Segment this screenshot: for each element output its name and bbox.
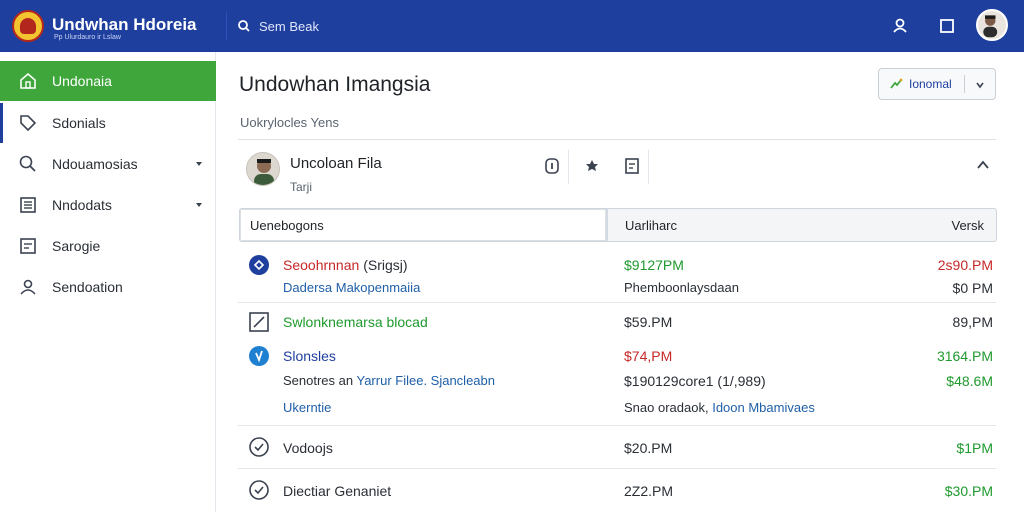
sidebar-item-undonaia[interactable]: Undonaia: [0, 61, 216, 101]
table-cell: $48.6M: [946, 373, 993, 389]
settings-icon[interactable]: [582, 156, 602, 176]
table-row-name[interactable]: Diectiar Genaniet: [283, 483, 391, 499]
chart-icon: [890, 78, 903, 89]
info-icon[interactable]: [542, 156, 562, 176]
table-row-link[interactable]: Ukerntie: [283, 400, 331, 415]
table-cell: 89,PM: [952, 314, 993, 330]
view-dropdown[interactable]: Ionomal: [878, 68, 996, 100]
table-row-link[interactable]: Idoon Mbamivaes: [712, 400, 815, 415]
table-row-detail: Senotres an Yarrur Filee. Sjancleabn: [283, 373, 495, 388]
home-icon: [20, 72, 36, 89]
table-cell: $20.PM: [624, 440, 673, 456]
document-icon[interactable]: [622, 156, 642, 176]
table-cell: $1PM: [956, 440, 993, 456]
grid-icon: [20, 197, 36, 213]
chevron-down-icon: [196, 203, 202, 207]
window-icon[interactable]: [937, 16, 957, 36]
filter-input[interactable]: Uenebogons: [240, 209, 608, 241]
divider: [238, 302, 996, 303]
sidebar-item-label: Sendoation: [52, 279, 123, 295]
sidebar-item-sarogie[interactable]: Sarogie: [0, 226, 216, 266]
chevron-down-icon: [196, 162, 202, 166]
table-row-detail[interactable]: Dadersa Makopenmaiia: [283, 280, 420, 295]
table-cell: $74,PM: [624, 348, 673, 364]
divider: [238, 425, 996, 426]
card-subtitle: Tarji: [290, 180, 313, 194]
table-cell: 3164.PM: [936, 348, 993, 364]
avatar[interactable]: [976, 9, 1008, 41]
sidebar-item-label: Undonaia: [52, 73, 112, 89]
page-title: Undowhan Imangsia: [239, 73, 431, 96]
table-cell: $9127PM: [624, 257, 684, 273]
table-cell: $190129core1 (1/,989): [624, 373, 766, 389]
compass-icon: [249, 255, 269, 275]
edit-icon: [249, 312, 269, 332]
card-title: Uncoloan Fila: [290, 155, 382, 172]
column-header[interactable]: Uarliharc: [625, 218, 677, 233]
table-row-name[interactable]: Slonsles: [283, 348, 336, 364]
tag-icon: [20, 115, 37, 132]
top-bar: Undwhan Hdoreia Pp Ulurdauro ir Lslaw Se…: [0, 0, 1024, 52]
table-cell: 2s90.PM: [937, 257, 993, 273]
sidebar-item-nndodats[interactable]: Nndodats: [0, 185, 216, 225]
shield-icon: [249, 346, 269, 366]
divider: [238, 468, 996, 469]
search-button[interactable]: Sem Beak: [226, 12, 329, 40]
search-icon: [238, 20, 250, 32]
chevron-up-icon[interactable]: [976, 158, 990, 172]
sidebar-item-sdonials[interactable]: Sdonials: [0, 103, 216, 143]
card-header: Uncoloan Fila Tarji: [238, 140, 996, 200]
card-avatar: [246, 152, 280, 186]
table-row-name[interactable]: Seoohrnnan (Srigsj): [283, 257, 408, 273]
chevron-down-icon: [976, 82, 984, 89]
table-cell: Phemboonlaysdaan: [624, 280, 739, 295]
search-label: Sem Beak: [259, 18, 319, 34]
table-cell: 2Z2.PM: [624, 483, 674, 499]
search-icon: [19, 155, 36, 172]
brand-subtitle: Pp Ulurdauro ir Lslaw: [54, 34, 121, 41]
sidebar: Undonaia Sdonials Ndouamosias Nndodats S…: [0, 52, 216, 512]
logo: [12, 10, 44, 42]
sidebar-item-label: Ndouamosias: [52, 156, 138, 172]
sidebar-item-sendoation[interactable]: Sendoation: [0, 267, 216, 307]
sidebar-item-ndouamosias[interactable]: Ndouamosias: [0, 144, 216, 184]
page-subtitle: Uokrylocles Yens: [240, 115, 339, 130]
table-cell: $0 PM: [952, 280, 993, 296]
sidebar-item-label: Sdonials: [52, 115, 106, 131]
document-icon: [20, 238, 36, 254]
check-circle-icon: [249, 437, 269, 457]
check-circle-icon: [249, 480, 269, 500]
table-cell: $30.PM: [944, 483, 993, 499]
table-row-name[interactable]: Vodoojs: [283, 440, 333, 456]
table-cell: $59.PM: [624, 314, 673, 330]
user-icon[interactable]: [890, 16, 910, 36]
sidebar-item-label: Sarogie: [52, 238, 101, 254]
table-row-link[interactable]: Yarrur Filee. Sjancleabn: [357, 373, 496, 388]
sidebar-item-label: Nndodats: [52, 197, 112, 213]
table-cell: Snao oradaok, Idoon Mbamivaes: [624, 400, 815, 415]
brand-title: Undwhan Hdoreia: [52, 15, 197, 34]
table-row-name[interactable]: Swlonknemarsa blocad: [283, 314, 428, 330]
dropdown-label: Ionomal: [909, 77, 952, 91]
users-icon: [20, 279, 36, 295]
column-header[interactable]: Versk: [951, 218, 984, 233]
table-header: Uenebogons Uarliharc Versk: [239, 208, 997, 242]
